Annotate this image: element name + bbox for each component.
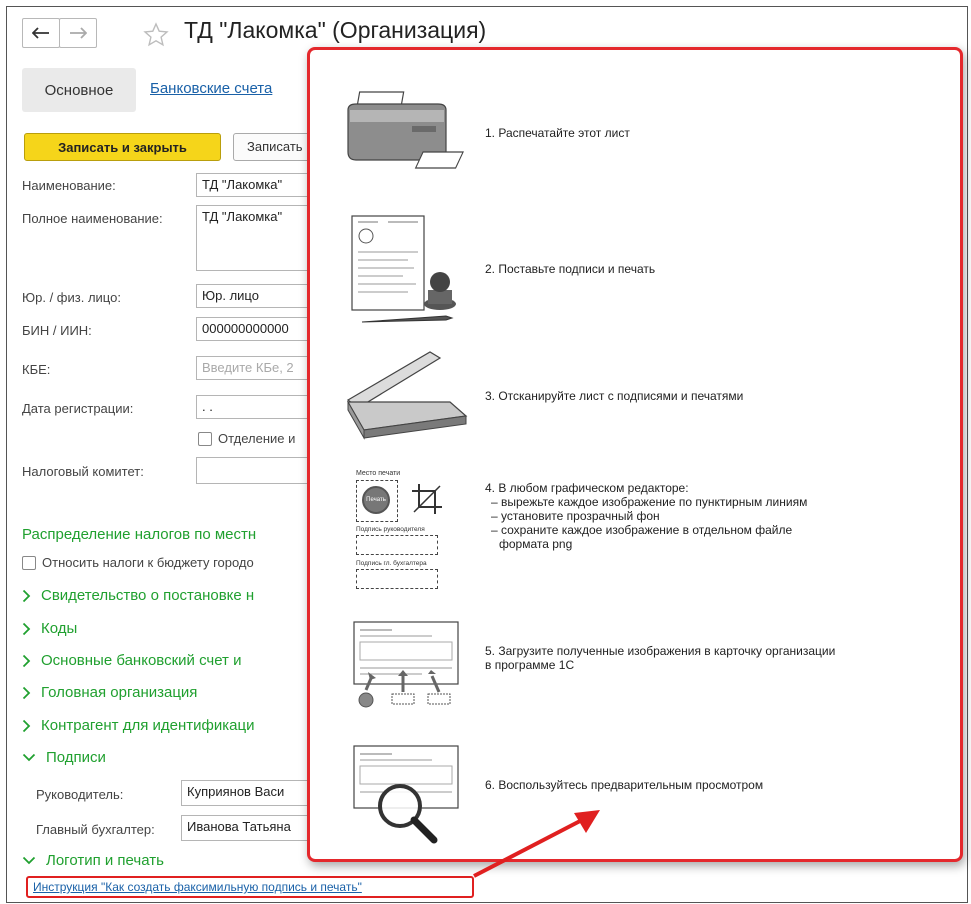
group-label: Логотип и печать	[46, 852, 164, 869]
kbe-field[interactable]: Введите КБе, 2	[196, 356, 316, 380]
director-field[interactable]: Куприянов Васи	[181, 780, 316, 806]
dashed-frame	[356, 535, 438, 555]
printer-icon	[347, 91, 464, 169]
chevron-down-icon	[22, 753, 36, 762]
group-logo-and-stamp[interactable]: Логотип и печать	[22, 852, 164, 869]
magnifier-icon	[353, 745, 459, 844]
upload-document-icon	[353, 621, 459, 708]
tab-bank-accounts[interactable]: Банковские счета	[150, 80, 272, 97]
bin-label: БИН / ИИН:	[22, 323, 92, 338]
chevron-down-icon	[22, 856, 36, 865]
step-6-text: 6. Воспользуйтесь предварительным просмо…	[485, 778, 764, 792]
reg-date-field[interactable]: . .	[196, 395, 316, 419]
group-signatures[interactable]: Подписи	[22, 749, 106, 766]
star-icon[interactable]	[143, 22, 169, 48]
tab-main[interactable]: Основное	[22, 68, 136, 112]
full-name-field[interactable]: ТД "Лакомка"	[196, 205, 316, 271]
full-name-label: Полное наименование:	[22, 211, 163, 226]
name-field[interactable]: ТД "Лакомка"	[196, 173, 316, 197]
group-label: Коды	[41, 620, 78, 637]
stamp-seal: Печать	[362, 486, 390, 514]
chevron-right-icon	[22, 589, 31, 602]
group-head-organization[interactable]: Головная организация	[22, 684, 197, 701]
name-label: Наименование:	[22, 178, 116, 193]
crop-icon	[412, 484, 442, 514]
step-4-sub-2: – установите прозрачный фон	[491, 509, 660, 523]
accountant-label: Главный бухгалтер:	[36, 822, 155, 837]
tax-budget-checkbox[interactable]	[22, 556, 36, 570]
stamp-place-label: Место печати	[356, 470, 401, 477]
group-label: Контрагент для идентификаци	[41, 717, 255, 734]
tax-committee-field[interactable]	[196, 457, 316, 484]
page-title: ТД "Лакомка" (Организация)	[184, 17, 487, 43]
step-5-block: 5. Загрузите полученные изображения в ка…	[485, 644, 835, 672]
forward-button[interactable]	[59, 18, 97, 48]
tax-committee-label: Налоговый комитет:	[22, 464, 144, 479]
entity-type-label: Юр. / физ. лицо:	[22, 290, 121, 305]
group-label: Свидетельство о постановке н	[41, 587, 255, 604]
instruction-popup: 1. Распечатайте этот лист 2. Поставьте п…	[307, 47, 963, 862]
arrow-right-icon	[70, 27, 87, 39]
back-button[interactable]	[22, 18, 60, 48]
tax-budget-checkbox-label: Относить налоги к бюджету городо	[42, 555, 254, 570]
reg-date-label: Дата регистрации:	[22, 401, 134, 416]
chevron-right-icon	[22, 622, 31, 635]
group-codes[interactable]: Коды	[22, 620, 77, 637]
highlight-box	[26, 876, 474, 898]
group-label: Подписи	[46, 749, 106, 766]
step-1-text: 1. Распечатайте этот лист	[485, 126, 630, 140]
chevron-right-icon	[22, 654, 31, 667]
chevron-right-icon	[22, 686, 31, 699]
arrow-left-icon	[32, 27, 49, 39]
group-counterparty[interactable]: Контрагент для идентификаци	[22, 717, 254, 734]
tax-distribution-title: Распределение налогов по местн	[22, 526, 257, 543]
step-2-text: 2. Поставьте подписи и печать	[485, 262, 656, 276]
entity-type-field[interactable]: Юр. лицо	[196, 284, 316, 308]
step-5-text-2: в программе 1С	[485, 658, 575, 672]
stamp-document-icon	[351, 215, 456, 323]
stamp-seal-text: Печать	[366, 497, 386, 503]
dashed-frame	[356, 569, 438, 589]
kbe-label: КБЕ:	[22, 362, 51, 377]
step-4-sub-1: – вырежьте каждое изображение по пунктир…	[491, 495, 808, 509]
scanner-icon	[346, 351, 468, 440]
crop-illustration: Место печати Печать Подпись руководителя…	[354, 470, 464, 590]
accountant-sign-label: Подпись гл. бухгалтера	[356, 560, 427, 567]
save-and-close-button[interactable]: Записать и закрыть	[24, 133, 221, 161]
chevron-right-icon	[22, 719, 31, 732]
step-4-sub-4: формата png	[499, 537, 573, 551]
group-label: Головная организация	[41, 684, 198, 701]
step-4-block: 4. В любом графическом редакторе: – выре…	[485, 481, 807, 551]
bin-field[interactable]: 000000000000	[196, 317, 316, 341]
director-label: Руководитель:	[36, 787, 124, 802]
group-main-bank-account[interactable]: Основные банковский счет и	[22, 652, 241, 669]
branch-checkbox-label: Отделение и	[218, 431, 296, 446]
accountant-field[interactable]: Иванова Татьяна	[181, 815, 316, 841]
step-4-text: 4. В любом графическом редакторе:	[485, 481, 689, 495]
step-5-text: 5. Загрузите полученные изображения в ка…	[485, 644, 836, 658]
step-4-sub-3: – сохраните каждое изображение в отдельн…	[491, 523, 793, 537]
director-sign-label: Подпись руководителя	[356, 526, 425, 533]
branch-checkbox[interactable]	[198, 432, 212, 446]
step-3-text: 3. Отсканируйте лист с подписями и печат…	[485, 389, 744, 403]
group-registration-certificate[interactable]: Свидетельство о постановке н	[22, 587, 254, 604]
group-label: Основные банковский счет и	[41, 652, 242, 669]
